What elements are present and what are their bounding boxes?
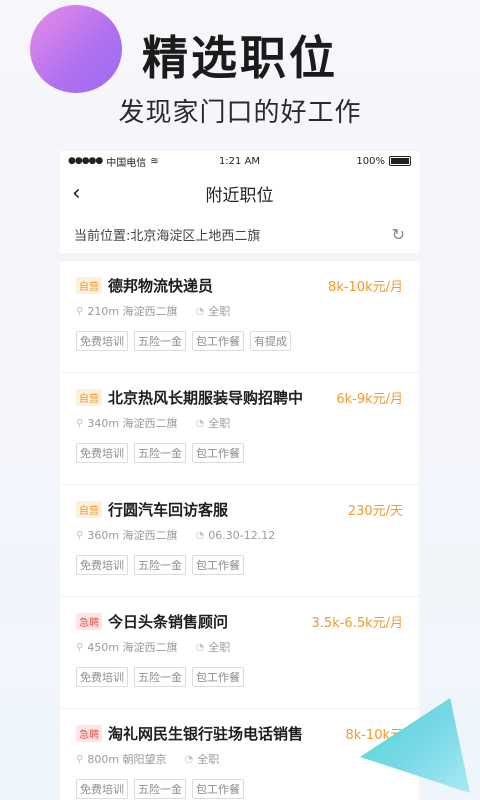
time-icon: ◔ bbox=[195, 641, 205, 653]
current-location: 当前位置:北京海淀区上地西二旗 bbox=[74, 228, 261, 244]
job-badge: 急聘 bbox=[76, 725, 102, 742]
job-tag: 包工作餐 bbox=[192, 779, 244, 799]
location-pin-icon: ⚲ bbox=[76, 417, 84, 429]
location-pin-icon: ⚲ bbox=[76, 305, 84, 317]
job-tag: 免费培训 bbox=[76, 555, 128, 575]
location-pin-icon: ⚲ bbox=[76, 753, 84, 765]
job-card[interactable]: 自营 行圆汽车回访客服 230元/天 ⚲ 360m 海淀西二旗 ◔ 06.30-… bbox=[60, 485, 419, 597]
job-tag: 包工作餐 bbox=[192, 331, 244, 351]
location-bar: 当前位置:北京海淀区上地西二旗 ↻ bbox=[60, 215, 419, 253]
job-card[interactable]: 自营 德邦物流快递员 8k-10k元/月 ⚲ 210m 海淀西二旗 ◔ 全职 免… bbox=[60, 261, 419, 373]
job-type: 全职 bbox=[208, 641, 231, 654]
job-tag: 包工作餐 bbox=[192, 555, 244, 575]
job-tag: 免费培训 bbox=[76, 443, 128, 463]
page-title: 附近职位 bbox=[205, 185, 274, 206]
location-pin-icon: ⚲ bbox=[76, 529, 84, 541]
signal-icon: ●●●●● bbox=[68, 156, 103, 166]
job-salary: 6k-9k元/月 bbox=[336, 392, 403, 407]
job-type: 06.30-12.12 bbox=[208, 528, 276, 542]
job-list: 自营 德邦物流快递员 8k-10k元/月 ⚲ 210m 海淀西二旗 ◔ 全职 免… bbox=[60, 261, 419, 800]
time-icon: ◔ bbox=[184, 753, 194, 765]
job-type: 全职 bbox=[208, 305, 231, 318]
battery-percent: 100% bbox=[356, 155, 385, 167]
battery-icon bbox=[389, 156, 411, 166]
job-tag: 五险一金 bbox=[134, 443, 186, 463]
phone-screen: ●●●●● 中国电信 ≋ 1:21 AM 100% ‹ 附近职位 当前位置:北京… bbox=[60, 151, 419, 800]
job-tag: 免费培训 bbox=[76, 667, 128, 687]
hero-subtitle: 发现家门口的好工作 bbox=[118, 98, 362, 128]
job-distance: 210m 海淀西二旗 bbox=[87, 305, 178, 318]
job-badge: 自营 bbox=[76, 389, 102, 406]
job-title: 行圆汽车回访客服 bbox=[108, 501, 229, 519]
job-distance: 340m 海淀西二旗 bbox=[87, 417, 178, 430]
job-badge: 急聘 bbox=[76, 613, 102, 630]
job-tag: 有提成 bbox=[250, 331, 291, 351]
job-salary: 230元/天 bbox=[347, 504, 403, 519]
job-tag: 五险一金 bbox=[134, 555, 186, 575]
job-tag: 包工作餐 bbox=[192, 667, 244, 687]
job-tag: 五险一金 bbox=[134, 779, 186, 799]
status-bar: ●●●●● 中国电信 ≋ 1:21 AM 100% bbox=[60, 151, 419, 171]
job-distance: 450m 海淀西二旗 bbox=[87, 641, 178, 654]
nav-bar: ‹ 附近职位 bbox=[60, 171, 419, 215]
job-tag: 免费培训 bbox=[76, 779, 128, 799]
job-card[interactable]: 自营 北京热风长期服装导购招聘中 6k-9k元/月 ⚲ 340m 海淀西二旗 ◔… bbox=[60, 373, 419, 485]
job-tag: 五险一金 bbox=[134, 331, 186, 351]
time-icon: ◔ bbox=[195, 305, 205, 317]
job-badge: 自营 bbox=[76, 277, 102, 294]
hero-title: 精选职位 bbox=[142, 31, 338, 85]
job-distance: 360m 海淀西二旗 bbox=[87, 529, 178, 542]
job-distance: 800m 朝阳望京 bbox=[87, 753, 167, 766]
job-salary: 8k-10k元/月 bbox=[328, 280, 403, 295]
time-icon: ◔ bbox=[195, 417, 205, 429]
job-type: 全职 bbox=[208, 417, 231, 430]
job-title: 今日头条销售顾问 bbox=[108, 613, 229, 631]
job-title: 德邦物流快递员 bbox=[108, 277, 214, 295]
carrier-name: 中国电信 bbox=[106, 157, 147, 169]
job-salary: 3.5k-6.5k元/月 bbox=[311, 616, 403, 631]
location-pin-icon: ⚲ bbox=[76, 641, 84, 653]
back-icon[interactable]: ‹ bbox=[72, 181, 81, 206]
job-tag: 免费培训 bbox=[76, 331, 128, 351]
job-badge: 自营 bbox=[76, 501, 102, 518]
job-title: 淘礼网民生银行驻场电话销售 bbox=[108, 725, 304, 743]
time-icon: ◔ bbox=[195, 529, 205, 541]
job-title: 北京热风长期服装导购招聘中 bbox=[108, 389, 304, 407]
job-tag: 包工作餐 bbox=[192, 443, 244, 463]
job-tag: 五险一金 bbox=[134, 667, 186, 687]
refresh-icon[interactable]: ↻ bbox=[392, 225, 405, 244]
wifi-icon: ≋ bbox=[150, 155, 159, 167]
job-type: 全职 bbox=[197, 753, 220, 766]
job-card[interactable]: 急聘 今日头条销售顾问 3.5k-6.5k元/月 ⚲ 450m 海淀西二旗 ◔ … bbox=[60, 597, 419, 709]
